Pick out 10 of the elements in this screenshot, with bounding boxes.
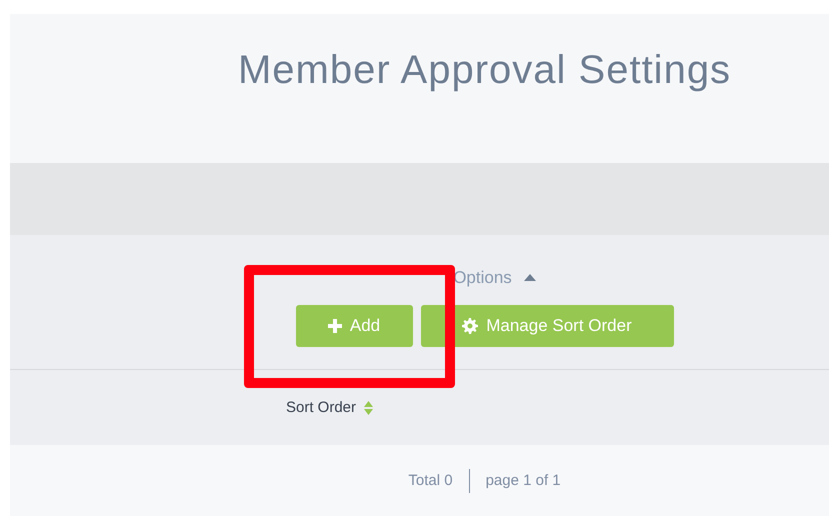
- caret-up-icon: [524, 274, 536, 282]
- options-toggle[interactable]: Options: [453, 265, 536, 290]
- add-button[interactable]: Add: [296, 304, 412, 346]
- total-count: Total 0: [408, 470, 453, 491]
- plus-icon: [328, 318, 342, 332]
- gear-icon: [462, 318, 478, 334]
- manage-sort-order-button[interactable]: Manage Sort Order: [420, 304, 674, 346]
- column-header[interactable]: Sort Order: [286, 397, 374, 420]
- page-title: Member Approval Settings: [238, 50, 732, 90]
- page-indicator: page 1 of 1: [486, 470, 561, 491]
